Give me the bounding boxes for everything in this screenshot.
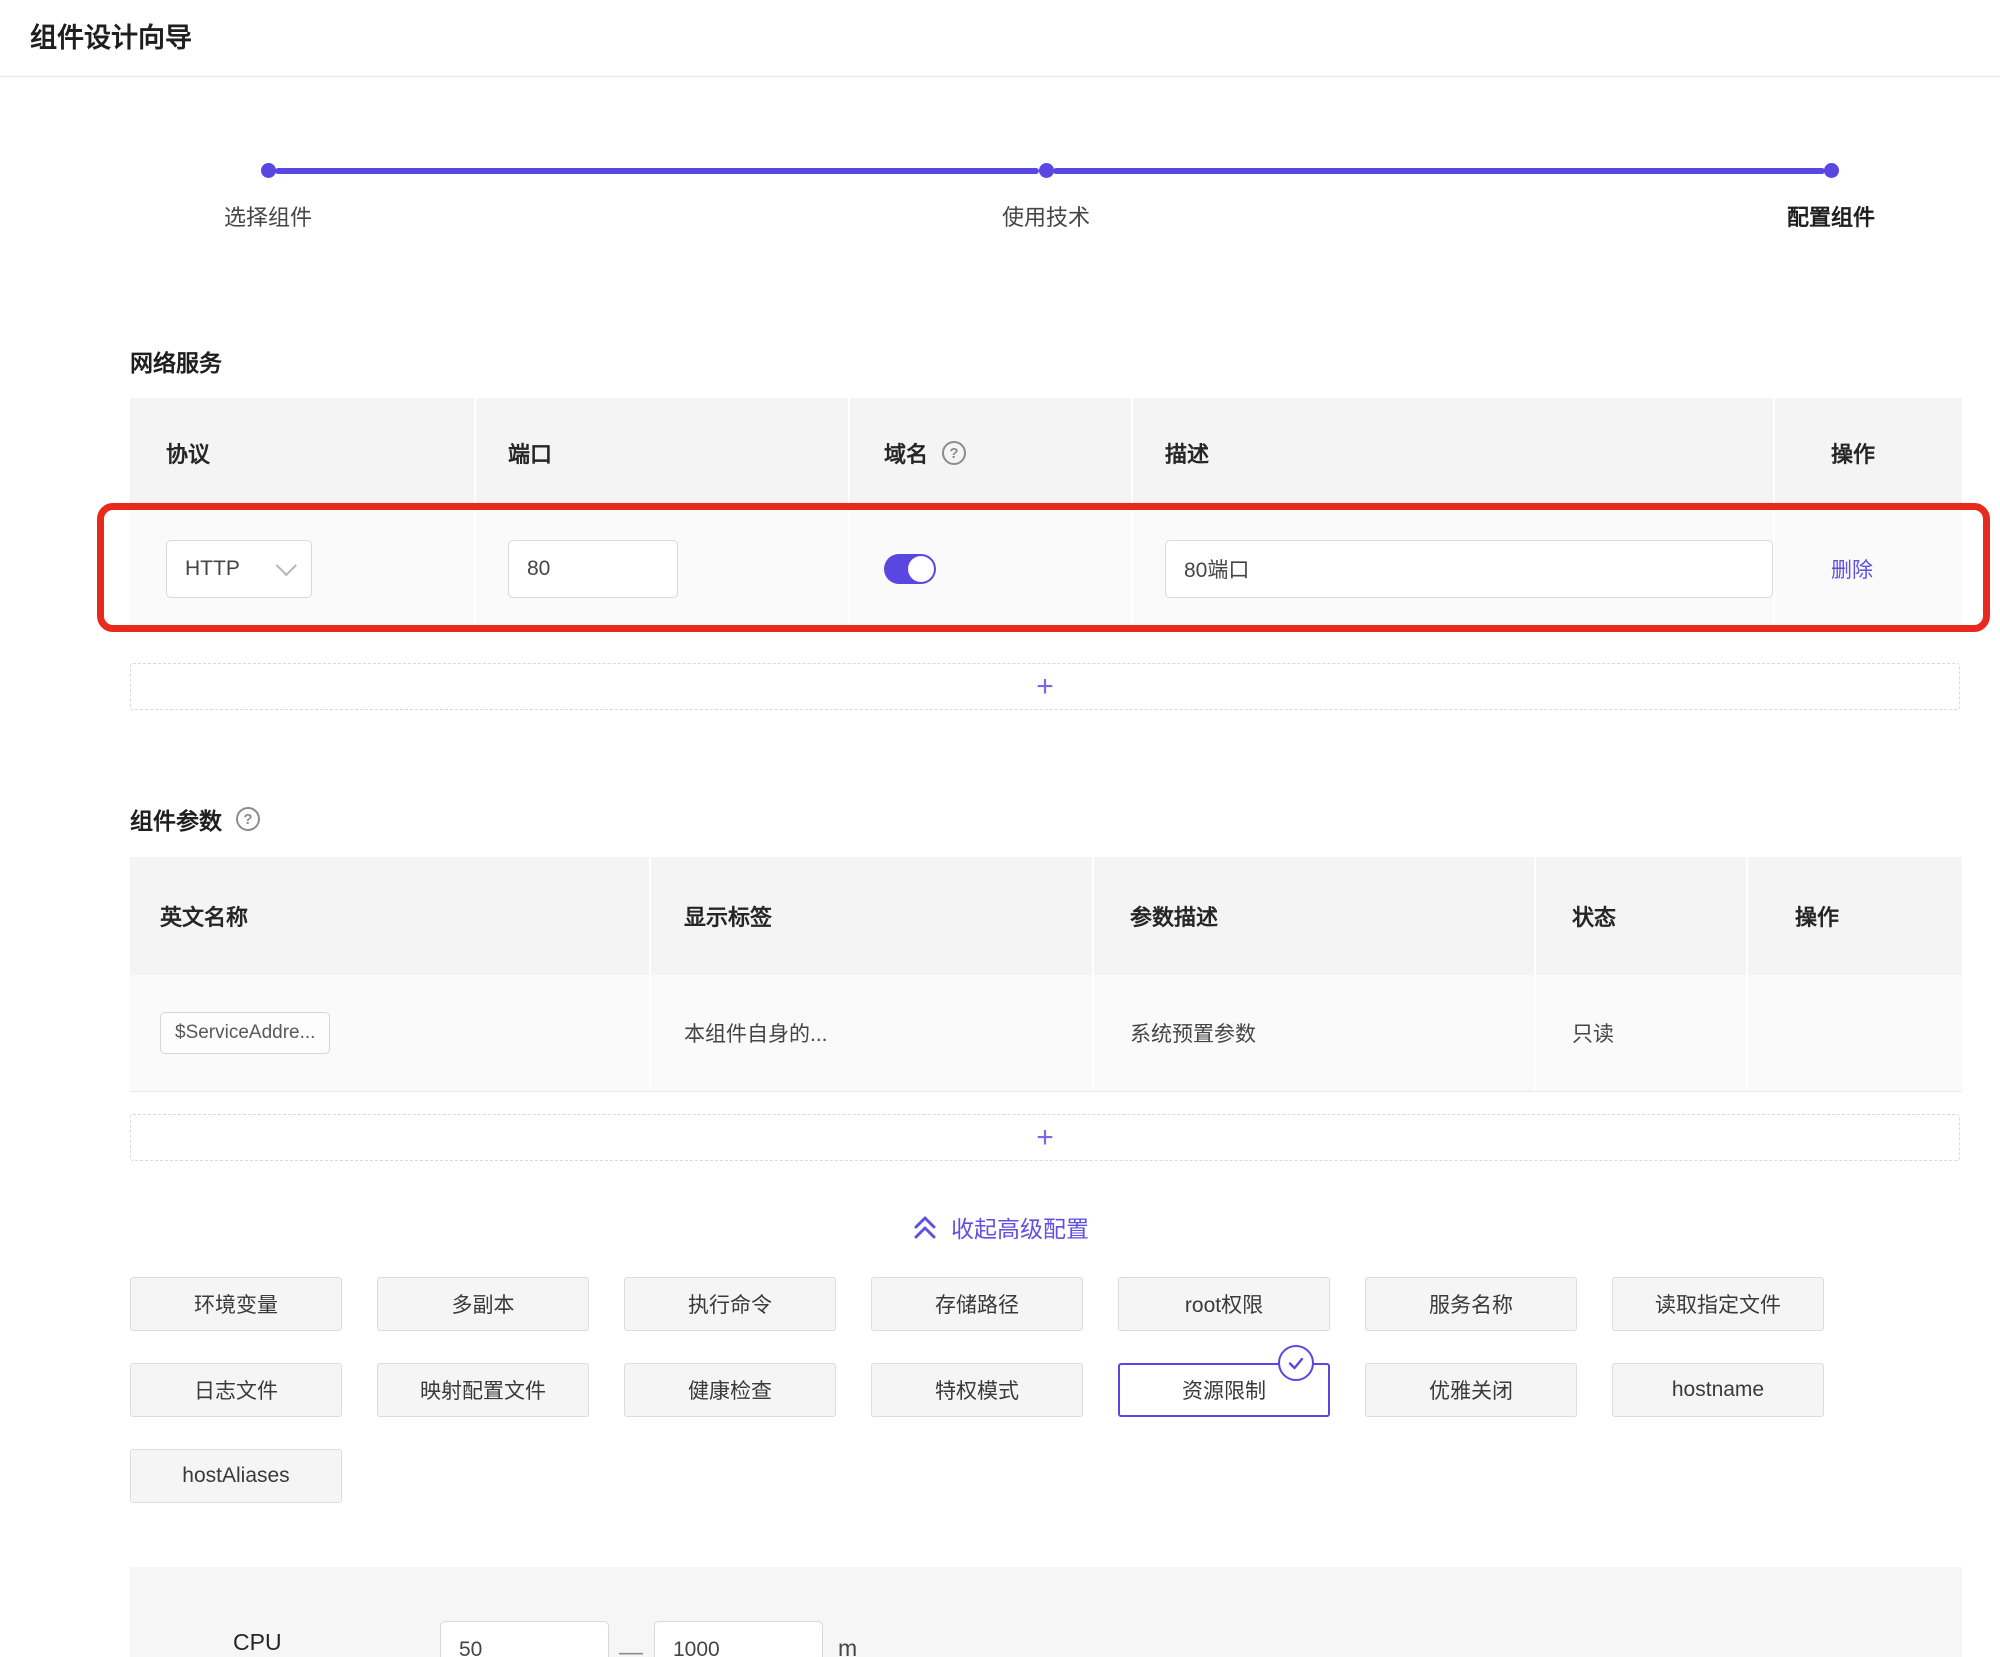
- network-service-table: 协议 端口 域名 ? 描述 操作 HTTP: [130, 398, 1962, 630]
- collapse-advanced-config-label: 收起高级配置: [951, 1210, 1089, 1244]
- check-badge-icon: [1278, 1345, 1314, 1381]
- network-service-row: HTTP 删除: [130, 508, 1962, 630]
- add-network-service-button[interactable]: +: [130, 663, 1960, 710]
- stepper-line-2: [1053, 168, 1825, 174]
- chip-log-file[interactable]: 日志文件: [130, 1363, 342, 1417]
- param-status-cell: 只读: [1536, 975, 1748, 1091]
- header-divider: [0, 76, 2000, 77]
- cpu-min-input[interactable]: [459, 1638, 590, 1657]
- domain-toggle[interactable]: [884, 554, 936, 584]
- plus-icon: +: [1036, 672, 1054, 702]
- cpu-max-input-wrap: [654, 1621, 823, 1657]
- col-header-domain: 域名 ?: [850, 398, 1133, 508]
- component-params-table: 英文名称 显示标签 参数描述 状态 操作 $ServiceAddre... 本组…: [130, 857, 1962, 1092]
- description-input-wrap: [1165, 540, 1773, 598]
- chip-read-specified-file[interactable]: 读取指定文件: [1612, 1277, 1824, 1331]
- domain-help-icon[interactable]: ?: [942, 441, 966, 465]
- col-header-param-action: 操作: [1748, 857, 1962, 975]
- port-input-wrap: [508, 540, 678, 598]
- stepper-line-1: [275, 168, 1039, 174]
- advanced-config-chips: 环境变量 多副本 执行命令 存储路径 root权限 服务名称 读取指定文件 日志…: [130, 1277, 1962, 1503]
- chip-row-1: 环境变量 多副本 执行命令 存储路径 root权限 服务名称 读取指定文件: [130, 1277, 1962, 1331]
- chip-service-name[interactable]: 服务名称: [1365, 1277, 1577, 1331]
- protocol-cell: HTTP: [130, 508, 476, 629]
- plus-icon: +: [1036, 1123, 1054, 1153]
- network-service-title-text: 网络服务: [130, 344, 222, 378]
- chip-resource-limit-label: 资源限制: [1182, 1375, 1266, 1405]
- component-design-wizard: 组件设计向导 选择组件 使用技术 配置组件 网络服务 协议 端口 域名 ? 描述: [0, 0, 2000, 1657]
- chip-map-config-file[interactable]: 映射配置文件: [377, 1363, 589, 1417]
- resource-limits-panel: CPU — m: [130, 1567, 1962, 1657]
- chip-replicas[interactable]: 多副本: [377, 1277, 589, 1331]
- param-desc-cell: 系统预置参数: [1094, 975, 1536, 1091]
- network-service-table-header: 协议 端口 域名 ? 描述 操作: [130, 398, 1962, 508]
- cpu-max-input[interactable]: [673, 1638, 804, 1657]
- protocol-select[interactable]: HTTP: [166, 540, 312, 598]
- chip-storage-path[interactable]: 存储路径: [871, 1277, 1083, 1331]
- col-header-param-desc: 参数描述: [1094, 857, 1536, 975]
- description-cell: [1133, 508, 1775, 629]
- chip-exec-command[interactable]: 执行命令: [624, 1277, 836, 1331]
- cpu-label: CPU: [233, 1629, 282, 1656]
- param-name-tag: $ServiceAddre...: [160, 1012, 330, 1054]
- component-params-section-title: 组件参数 ?: [130, 802, 260, 836]
- component-params-row: $ServiceAddre... 本组件自身的... 系统预置参数 只读: [130, 975, 1962, 1092]
- param-name-cell: $ServiceAddre...: [130, 975, 651, 1091]
- param-label-cell: 本组件自身的...: [651, 975, 1094, 1091]
- domain-cell: [850, 508, 1133, 629]
- component-params-table-header: 英文名称 显示标签 参数描述 状态 操作: [130, 857, 1962, 975]
- chip-row-3: hostAliases: [130, 1449, 1962, 1503]
- double-chevron-up-icon: [911, 1213, 939, 1241]
- col-header-port: 端口: [476, 398, 850, 508]
- add-param-button[interactable]: +: [130, 1114, 1960, 1161]
- page-title: 组件设计向导: [30, 16, 192, 55]
- chip-privileged-mode[interactable]: 特权模式: [871, 1363, 1083, 1417]
- param-action-cell: [1748, 975, 1962, 1091]
- protocol-select-value: HTTP: [185, 557, 240, 581]
- chip-root-permission[interactable]: root权限: [1118, 1277, 1330, 1331]
- stepper-dot-3: [1824, 163, 1839, 178]
- chip-graceful-shutdown[interactable]: 优雅关闭: [1365, 1363, 1577, 1417]
- component-params-title-text: 组件参数: [130, 802, 222, 836]
- chevron-down-icon: [276, 555, 297, 576]
- step-label-configure-component: 配置组件: [1721, 200, 1941, 232]
- toggle-knob: [908, 556, 934, 582]
- chip-health-check[interactable]: 健康检查: [624, 1363, 836, 1417]
- delete-link[interactable]: 删除: [1831, 554, 1873, 584]
- network-service-section-title: 网络服务: [130, 344, 222, 378]
- step-label-select-component: 选择组件: [158, 200, 378, 232]
- chip-resource-limit[interactable]: 资源限制: [1118, 1363, 1330, 1417]
- col-header-en-name: 英文名称: [130, 857, 651, 975]
- chip-hostname[interactable]: hostname: [1612, 1363, 1824, 1417]
- step-label-use-technology: 使用技术: [936, 200, 1156, 232]
- stepper-dot-1: [261, 163, 276, 178]
- chip-row-2: 日志文件 映射配置文件 健康检查 特权模式 资源限制 优雅关闭 hostname: [130, 1363, 1962, 1417]
- action-cell: 删除: [1775, 508, 1962, 629]
- chip-env-vars[interactable]: 环境变量: [130, 1277, 342, 1331]
- col-header-status: 状态: [1536, 857, 1748, 975]
- col-header-action: 操作: [1775, 398, 1962, 508]
- cpu-unit-label: m: [838, 1635, 857, 1657]
- cpu-min-input-wrap: [440, 1621, 609, 1657]
- col-header-protocol: 协议: [130, 398, 476, 508]
- range-separator: —: [619, 1639, 643, 1657]
- component-params-help-icon[interactable]: ?: [236, 807, 260, 831]
- col-header-display-label: 显示标签: [651, 857, 1094, 975]
- port-cell: [476, 508, 850, 629]
- col-header-description: 描述: [1133, 398, 1775, 508]
- chip-hostaliases[interactable]: hostAliases: [130, 1449, 342, 1503]
- stepper-dot-2: [1039, 163, 1054, 178]
- port-input[interactable]: [527, 557, 659, 581]
- collapse-advanced-config-link[interactable]: 收起高级配置: [0, 1210, 2000, 1244]
- description-input[interactable]: [1184, 557, 1754, 581]
